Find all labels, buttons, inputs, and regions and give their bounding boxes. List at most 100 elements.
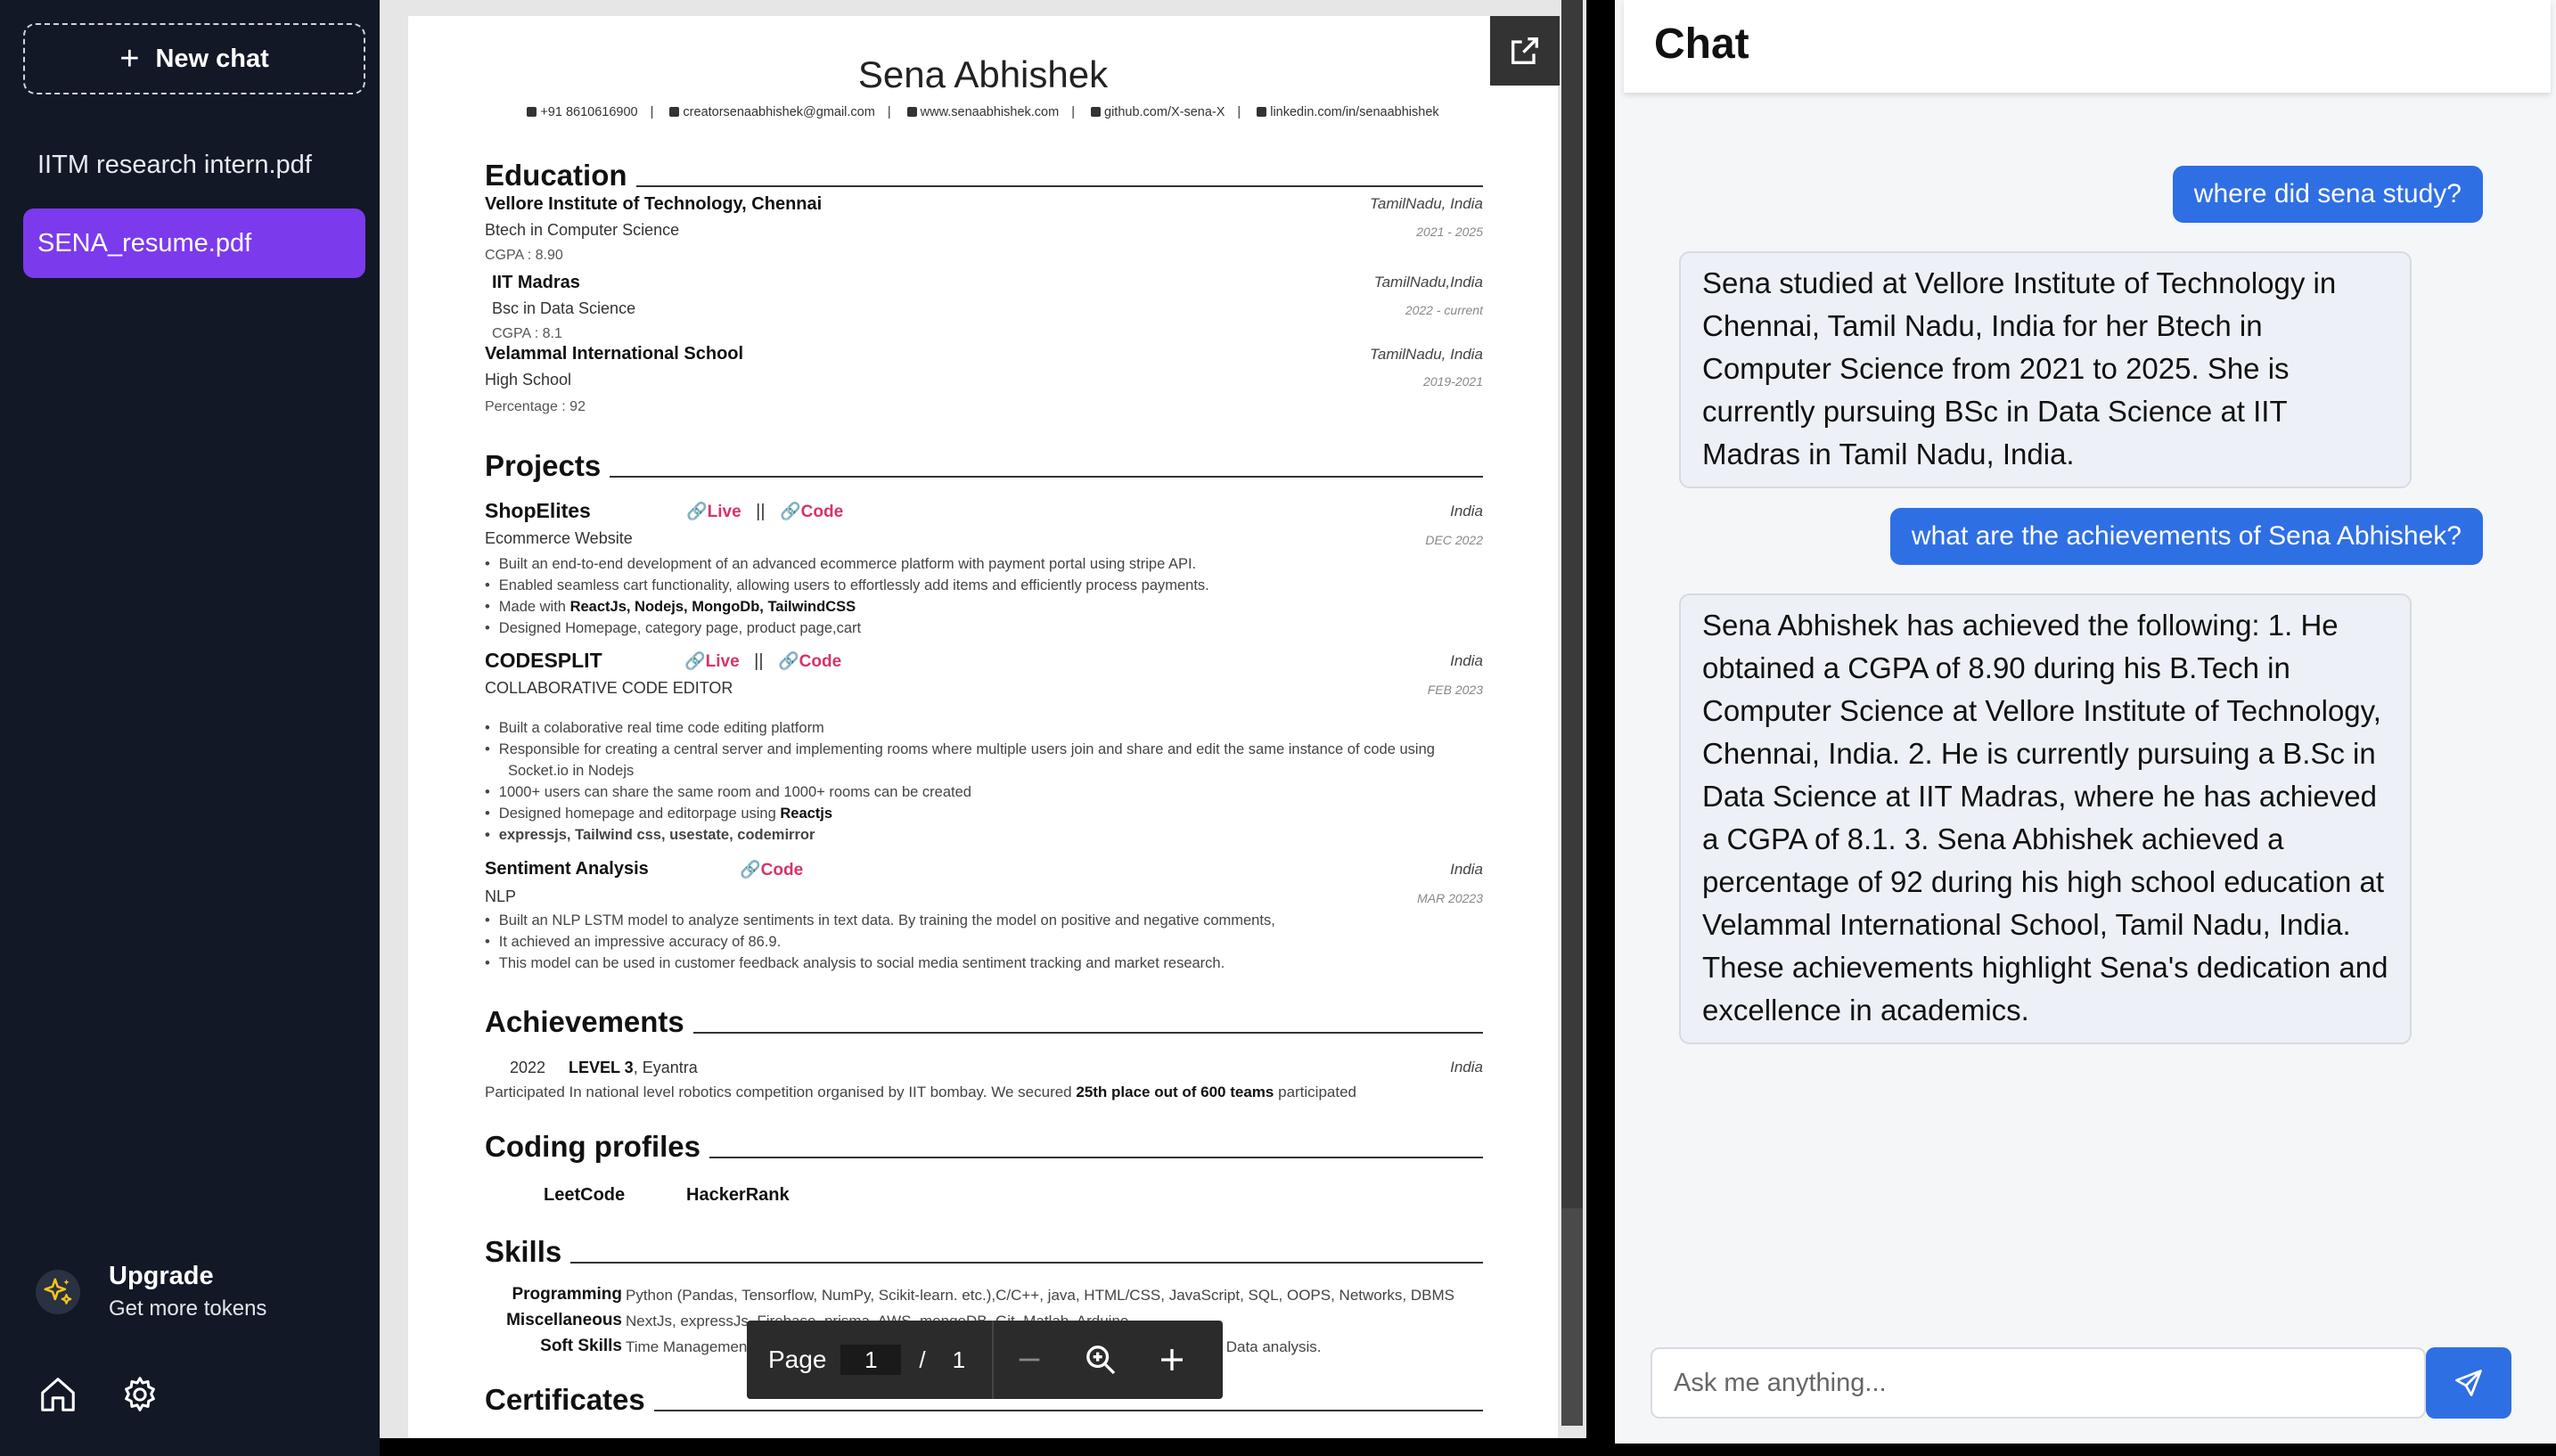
file-label: IITM research intern.pdf — [37, 150, 312, 179]
code-link[interactable]: Code — [801, 503, 844, 521]
open-external-button[interactable] — [1490, 16, 1560, 86]
gear-icon[interactable] — [118, 1372, 162, 1417]
bullet: Made with ReactJs, Nodejs, MongoDb, Tail… — [485, 599, 856, 616]
viewer-scrollbar[interactable] — [1561, 0, 1583, 1426]
edu-org: Velammal International School — [485, 344, 744, 364]
edu-score: CGPA : 8.1 — [492, 326, 562, 341]
pdf-toolbar: Page 1 / 1 — [747, 1321, 1223, 1399]
link-icon: 🔗 — [684, 652, 706, 671]
page-number-input[interactable]: 1 — [840, 1345, 902, 1375]
edu-score: Percentage : 92 — [485, 399, 586, 414]
edu-degree: Bsc in Data Science — [492, 299, 636, 317]
code-link[interactable]: Code — [799, 652, 842, 671]
link-icon: 🔗 — [740, 861, 761, 879]
resume-name: Sena Abhishek — [857, 53, 1109, 95]
github-icon — [1091, 107, 1102, 117]
project-title: Sentiment Analysis — [485, 859, 649, 879]
live-link[interactable]: Live — [708, 503, 741, 521]
contact-github[interactable]: github.com/X-sena-X — [1104, 105, 1225, 119]
sidebar-bottom-icons — [36, 1372, 162, 1417]
contact-website[interactable]: www.senaabhishek.com — [921, 105, 1060, 119]
zoom-in-button[interactable] — [1136, 1321, 1208, 1399]
project-subtitle: Ecommerce Website — [485, 529, 633, 547]
section-title: Achievements — [485, 1005, 684, 1038]
upgrade-subtitle: Get more tokens — [109, 1296, 267, 1321]
upgrade-button[interactable]: Upgrade Get more tokens — [36, 1262, 266, 1321]
user-message: what are the achievements of Sena Abhish… — [1889, 508, 2483, 565]
edu-date: 2021 - 2025 — [1416, 225, 1483, 239]
section-coding-profiles: Coding profiles — [485, 1130, 1483, 1164]
chat-header: Chat — [1624, 0, 2551, 93]
edu-score: CGPA : 8.90 — [485, 248, 563, 263]
link-icon: 🔗 — [780, 503, 801, 521]
section-skills: Skills — [485, 1235, 1483, 1269]
bullet: Built an NLP LSTM model to analyze senti… — [485, 912, 1275, 929]
project-location: India — [1450, 652, 1483, 669]
project-links: 🔗Live || 🔗Code — [686, 501, 843, 522]
edu-location: TamilNadu, India — [1370, 195, 1483, 212]
resume-contact: +91 8610616900 | creatorsenaabhishek@gmai… — [408, 105, 1558, 119]
contact-phone: +91 8610616900 — [540, 105, 638, 119]
project-title: CODESPLIT — [485, 649, 602, 672]
project-subtitle: COLLABORATIVE CODE EDITOR — [485, 679, 733, 697]
page-label: Page — [768, 1346, 827, 1373]
link-icon: 🔗 — [686, 503, 708, 521]
sidebar-file-iitm[interactable]: IITM research intern.pdf — [23, 130, 365, 200]
achievement-description: Participated In national level robotics … — [485, 1084, 1357, 1100]
project-links: 🔗Code — [740, 859, 803, 880]
project-subtitle: NLP — [485, 888, 517, 905]
bullet: This model can be used in customer feedb… — [485, 955, 1225, 972]
chat-panel: Chat where did sena study? Sena studied … — [1615, 0, 2556, 1444]
bullet: 1000+ users can share the same room and … — [485, 784, 971, 801]
code-link[interactable]: Code — [761, 861, 804, 879]
home-icon[interactable] — [36, 1372, 80, 1417]
link-divider: || — [754, 651, 764, 671]
link-divider: || — [756, 502, 766, 521]
chat-title: Chat — [1654, 20, 1749, 68]
sidebar-file-sena-resume[interactable]: SENA_resume.pdf — [23, 209, 365, 278]
skill-label: Soft Skills — [540, 1337, 622, 1355]
coding-profile-leetcode[interactable]: LeetCode — [544, 1185, 625, 1206]
send-button[interactable] — [2426, 1347, 2511, 1419]
achievement-location: India — [1450, 1059, 1483, 1076]
globe-icon — [906, 107, 917, 117]
section-title: Skills — [485, 1235, 562, 1268]
section-title: Certificates — [485, 1383, 645, 1416]
new-chat-button[interactable]: + New chat — [23, 23, 365, 94]
bullet: expressjs, Tailwind css, usestate, codem… — [485, 827, 815, 844]
section-projects: Projects — [485, 449, 1483, 483]
project-links: 🔗Live || 🔗Code — [684, 650, 841, 672]
scrollbar-thumb[interactable] — [1561, 0, 1583, 1208]
bullet-continuation: Socket.io in Nodejs — [508, 763, 635, 779]
chat-input[interactable]: Ask me anything... — [1651, 1347, 2426, 1419]
plus-icon: + — [119, 40, 140, 78]
bullet: Designed homepage and editorpage using R… — [485, 806, 832, 822]
bullet: Built a colaborative real time code edit… — [485, 720, 824, 737]
contact-email[interactable]: creatorsenaabhishek@gmail.com — [683, 105, 874, 119]
bullet: Built an end-to-end development of an ad… — [485, 556, 1196, 573]
section-title: Projects — [485, 449, 602, 482]
pdf-viewer: Sena Abhishek +91 8610616900 | creatorsen… — [380, 0, 1586, 1438]
pdf-page: Sena Abhishek +91 8610616900 | creatorsen… — [408, 16, 1558, 1438]
edu-location: TamilNadu, India — [1370, 346, 1483, 363]
edu-date: 2022 - current — [1405, 303, 1483, 317]
coding-profile-hackerrank[interactable]: HackerRank — [686, 1185, 790, 1206]
link-icon: 🔗 — [778, 652, 799, 671]
zoom-out-button[interactable] — [994, 1321, 1065, 1399]
user-message: where did sena study? — [2172, 166, 2483, 223]
bullet: Enabled seamless cart functionality, all… — [485, 577, 1209, 594]
project-location: India — [1450, 503, 1483, 519]
project-title: ShopElites — [485, 499, 591, 522]
assistant-message: Sena Abhishek has achieved the following… — [1679, 593, 2412, 1044]
edu-degree: Btech in Computer Science — [485, 221, 680, 239]
sidebar: + New chat IITM research intern.pdf SENA… — [0, 0, 380, 1456]
phone-icon — [527, 107, 537, 117]
edu-location: TamilNadu,India — [1373, 274, 1483, 290]
upgrade-title: Upgrade — [109, 1262, 214, 1290]
contact-linkedin[interactable]: linkedin.com/in/senaabhishek — [1270, 105, 1438, 119]
skill-label: Programming — [512, 1285, 622, 1304]
zoom-icon[interactable] — [1065, 1321, 1136, 1399]
live-link[interactable]: Live — [706, 652, 740, 671]
skill-value: Python (Pandas, Tensorflow, NumPy, Sciki… — [626, 1287, 1454, 1304]
section-education: Education — [485, 159, 1483, 192]
